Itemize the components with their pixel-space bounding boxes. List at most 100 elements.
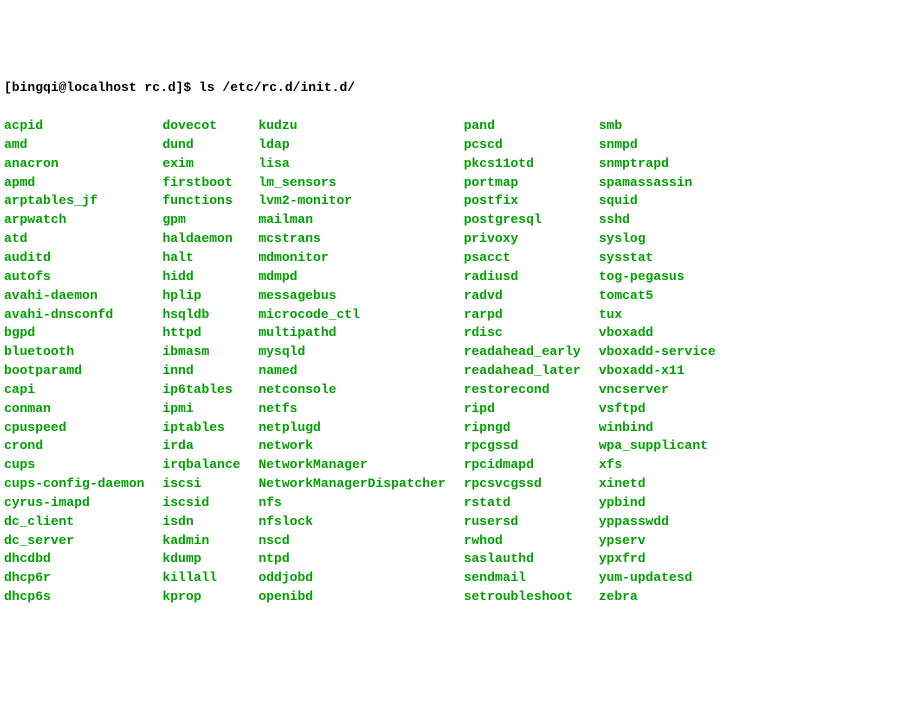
file-entry: autofs: [4, 268, 144, 287]
file-entry: network: [258, 437, 445, 456]
file-entry: messagebus: [258, 287, 445, 306]
file-entry: lm_sensors: [258, 174, 445, 193]
file-entry: nfslock: [258, 513, 445, 532]
file-entry: multipathd: [258, 324, 445, 343]
file-entry: yppasswdd: [599, 513, 716, 532]
file-entry: privoxy: [464, 230, 581, 249]
file-entry: arpwatch: [4, 211, 144, 230]
file-entry: arptables_jf: [4, 192, 144, 211]
file-entry: vboxadd: [599, 324, 716, 343]
file-entry: exim: [162, 155, 240, 174]
file-entry: iscsi: [162, 475, 240, 494]
file-entry: dhcp6s: [4, 588, 144, 607]
file-entry: kprop: [162, 588, 240, 607]
file-entry: tomcat5: [599, 287, 716, 306]
column-3: pandpcscdpkcs11otdportmappostfixpostgres…: [464, 117, 581, 607]
file-entry: nfs: [258, 494, 445, 513]
file-entry: xinetd: [599, 475, 716, 494]
file-entry: iptables: [162, 419, 240, 438]
file-entry: ibmasm: [162, 343, 240, 362]
file-entry: cups-config-daemon: [4, 475, 144, 494]
file-entry: ipmi: [162, 400, 240, 419]
file-entry: xfs: [599, 456, 716, 475]
file-entry: pand: [464, 117, 581, 136]
file-entry: kdump: [162, 550, 240, 569]
file-entry: hplip: [162, 287, 240, 306]
file-entry: halt: [162, 249, 240, 268]
file-entry: cups: [4, 456, 144, 475]
file-entry: nscd: [258, 532, 445, 551]
file-entry: ntpd: [258, 550, 445, 569]
file-entry: rarpd: [464, 306, 581, 325]
file-entry: rpcsvcgssd: [464, 475, 581, 494]
file-entry: sendmail: [464, 569, 581, 588]
file-entry: bgpd: [4, 324, 144, 343]
file-entry: ripngd: [464, 419, 581, 438]
file-entry: hsqldb: [162, 306, 240, 325]
file-entry: killall: [162, 569, 240, 588]
file-entry: mcstrans: [258, 230, 445, 249]
file-entry: amd: [4, 136, 144, 155]
file-entry: kadmin: [162, 532, 240, 551]
file-entry: gpm: [162, 211, 240, 230]
file-entry: vncserver: [599, 381, 716, 400]
file-entry: dund: [162, 136, 240, 155]
file-entry: dhcp6r: [4, 569, 144, 588]
file-entry: irqbalance: [162, 456, 240, 475]
file-entry: portmap: [464, 174, 581, 193]
file-entry: spamassassin: [599, 174, 716, 193]
file-entry: ypbind: [599, 494, 716, 513]
file-entry: dovecot: [162, 117, 240, 136]
file-entry: syslog: [599, 230, 716, 249]
file-entry: snmptrapd: [599, 155, 716, 174]
file-entry: dc_server: [4, 532, 144, 551]
file-entry: capi: [4, 381, 144, 400]
file-entry: netplugd: [258, 419, 445, 438]
file-entry: snmpd: [599, 136, 716, 155]
file-entry: wpa_supplicant: [599, 437, 716, 456]
file-entry: postgresql: [464, 211, 581, 230]
file-entry: iscsid: [162, 494, 240, 513]
file-entry: smb: [599, 117, 716, 136]
ls-output: acpidamdanacronapmdarptables_jfarpwatcha…: [4, 117, 910, 607]
file-entry: restorecond: [464, 381, 581, 400]
column-1: dovecotdundeximfirstbootfunctionsgpmhald…: [162, 117, 240, 607]
file-entry: mdmonitor: [258, 249, 445, 268]
file-entry: mailman: [258, 211, 445, 230]
file-entry: avahi-daemon: [4, 287, 144, 306]
file-entry: tux: [599, 306, 716, 325]
file-entry: bluetooth: [4, 343, 144, 362]
file-entry: psacct: [464, 249, 581, 268]
file-entry: oddjobd: [258, 569, 445, 588]
file-entry: winbind: [599, 419, 716, 438]
file-entry: rstatd: [464, 494, 581, 513]
file-entry: apmd: [4, 174, 144, 193]
file-entry: ypxfrd: [599, 550, 716, 569]
file-entry: pkcs11otd: [464, 155, 581, 174]
file-entry: vboxadd-x11: [599, 362, 716, 381]
file-entry: mysqld: [258, 343, 445, 362]
file-entry: yum-updatesd: [599, 569, 716, 588]
file-entry: irda: [162, 437, 240, 456]
file-entry: innd: [162, 362, 240, 381]
file-entry: vsftpd: [599, 400, 716, 419]
column-4: smbsnmpdsnmptrapdspamassassinsquidsshdsy…: [599, 117, 716, 607]
file-entry: ip6tables: [162, 381, 240, 400]
column-2: kudzuldaplisalm_sensorslvm2-monitormailm…: [258, 117, 445, 607]
file-entry: postfix: [464, 192, 581, 211]
file-entry: vboxadd-service: [599, 343, 716, 362]
file-entry: mdmpd: [258, 268, 445, 287]
file-entry: hidd: [162, 268, 240, 287]
file-entry: squid: [599, 192, 716, 211]
file-entry: setroubleshoot: [464, 588, 581, 607]
file-entry: cyrus-imapd: [4, 494, 144, 513]
file-entry: readahead_later: [464, 362, 581, 381]
file-entry: radvd: [464, 287, 581, 306]
file-entry: cpuspeed: [4, 419, 144, 438]
shell-prompt: [bingqi@localhost rc.d]$ ls /etc/rc.d/in…: [4, 79, 910, 98]
file-entry: kudzu: [258, 117, 445, 136]
file-entry: rpcgssd: [464, 437, 581, 456]
file-entry: acpid: [4, 117, 144, 136]
file-entry: atd: [4, 230, 144, 249]
file-entry: haldaemon: [162, 230, 240, 249]
